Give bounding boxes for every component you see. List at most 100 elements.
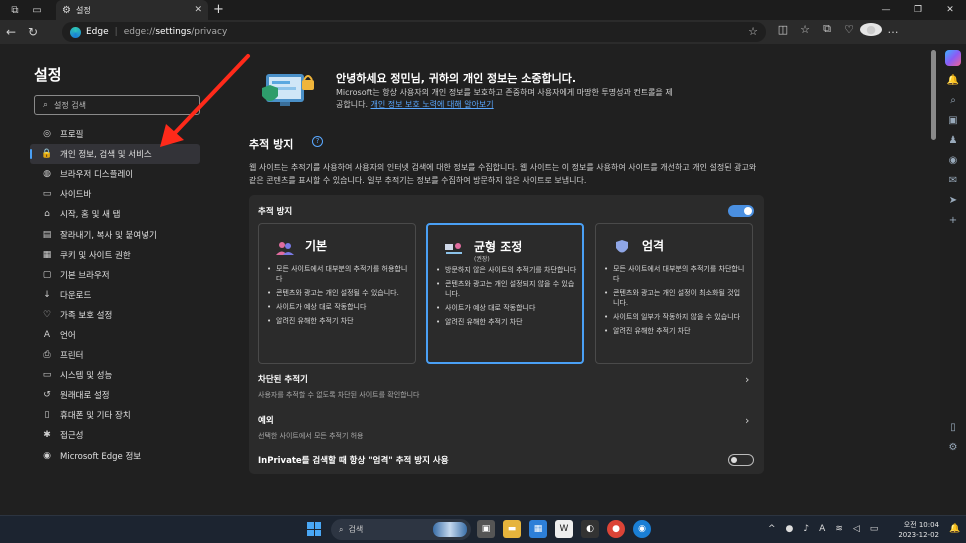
battery-icon[interactable]: ▭ <box>870 524 879 534</box>
profile-avatar[interactable]: ● <box>860 22 882 36</box>
notification-bell-icon[interactable]: 🔔 <box>949 524 960 534</box>
microphone-icon[interactable]: ♪ <box>803 524 809 534</box>
balanced-icon <box>445 243 462 254</box>
refresh-icon[interactable]: ↻ <box>22 25 44 39</box>
sidebar-item[interactable]: ⎙ 프린터 <box>30 345 200 365</box>
sidebar-item[interactable]: ▯ 휴대폰 및 기타 장치 <box>30 405 200 425</box>
sidebar-item[interactable]: ✱ 접근성 <box>30 425 200 445</box>
help-icon[interactable]: ? <box>312 136 323 147</box>
palette-icon: ◍ <box>43 169 51 180</box>
sidebar-item-label: 기본 브라우저 <box>60 270 110 281</box>
chevron-right-icon[interactable]: › <box>745 373 749 386</box>
inprivate-toggle[interactable] <box>728 454 754 466</box>
privacy-learn-more-link[interactable]: 개인 정보 보호 노력에 대해 알아보기 <box>371 100 494 109</box>
tab-settings[interactable]: ⚙ 설정 ✕ <box>56 0 208 20</box>
chrome-icon[interactable]: ● <box>607 520 625 538</box>
windows-start-icon[interactable] <box>307 522 321 536</box>
file-explorer-icon[interactable]: ▬ <box>503 520 521 538</box>
minimize-icon[interactable]: — <box>870 0 902 20</box>
restore-icon[interactable]: ❐ <box>902 0 934 20</box>
sidebar-item[interactable]: 🔒 개인 정보, 검색 및 서비스 <box>30 144 200 165</box>
scrollbar[interactable] <box>929 44 939 515</box>
close-icon[interactable]: ✕ <box>194 5 202 15</box>
back-icon[interactable]: ← <box>0 25 22 39</box>
tracking-toggle[interactable] <box>728 205 754 217</box>
toolbar-right: ◫ ☆ ⧉ ♡ ● … <box>772 22 904 36</box>
store-icon[interactable]: ▦ <box>529 520 547 538</box>
avatar-icon: ● <box>860 22 882 36</box>
settings-search-input[interactable]: ⌕ 설정 검색 <box>34 95 200 115</box>
sidebar-item[interactable]: ▦ 쿠키 및 사이트 권한 <box>30 245 200 265</box>
sidebar-item[interactable]: ↺ 원래대로 설정 <box>30 385 200 405</box>
option-balanced[interactable]: 균형 조정 (권장) 방문하지 않은 사이트의 추적기를 차단합니다 콘텐츠와 … <box>426 223 584 364</box>
collections-icon[interactable]: ⧉ <box>816 22 838 36</box>
option-strict[interactable]: 엄격 모든 사이트에서 대부분의 추적기를 차단합니다 콘텐츠와 광고는 개인 … <box>595 223 753 364</box>
favorites-icon[interactable]: ☆ <box>794 23 816 36</box>
option-bullets: 모든 사이트에서 대부분의 추적기를 허용합니다 콘텐츠와 광고는 개인 설정될… <box>267 264 409 330</box>
new-tab-button[interactable]: + <box>213 2 224 17</box>
sidebar-item[interactable]: ◉ Microsoft Edge 정보 <box>30 446 200 466</box>
bullet: 사이트가 예상 대로 작동합니다 <box>436 303 578 313</box>
task-view-icon[interactable]: ▣ <box>477 520 495 538</box>
tray-app-icon[interactable]: ● <box>786 524 794 534</box>
split-screen-icon[interactable]: ◫ <box>772 23 794 36</box>
add-sidebar-icon[interactable]: + <box>940 215 966 226</box>
sidebar-item-label: 다운로드 <box>60 290 92 301</box>
taskbar-search[interactable]: ⌕ 검색 <box>331 519 471 540</box>
sidebar-toggle-icon[interactable]: ▯ <box>940 422 966 433</box>
tools-icon[interactable]: ▣ <box>940 115 966 126</box>
favorite-star-icon[interactable]: ☆ <box>748 25 758 38</box>
close-window-icon[interactable]: ✕ <box>934 0 966 20</box>
address-bar[interactable]: Edge | edge://settings/privacy ☆ <box>62 22 766 42</box>
sidebar-item-label: 시작, 홈 및 새 탭 <box>60 210 121 221</box>
taskbar: ⌕ 검색 ▣ ▬ ▦ W ◐ ● ◉ ^ ● ♪ A ≋ ◁ ▭ 오전 10:0… <box>0 515 966 543</box>
tab-actions-icon[interactable]: ▭ <box>30 3 44 17</box>
games-icon[interactable]: ♟ <box>940 135 966 146</box>
tracking-card: 추적 방지 기본 모든 사이트에서 대부분의 추적기를 허용합니다 콘텐츠와 광… <box>249 195 764 474</box>
drop-icon[interactable]: ➤ <box>940 195 966 206</box>
workspaces-icon[interactable]: ⧉ <box>8 3 22 17</box>
bullet: 모든 사이트에서 대부분의 추적기를 차단합니다 <box>604 264 746 284</box>
wifi-icon[interactable]: ≋ <box>835 524 843 534</box>
clock[interactable]: 오전 10:04 2023-12-02 <box>893 520 939 540</box>
more-menu-icon[interactable]: … <box>882 23 904 36</box>
notification-icon[interactable]: 🔔 <box>940 75 966 86</box>
chevron-right-icon[interactable]: › <box>745 414 749 427</box>
app-icon[interactable]: ◐ <box>581 520 599 538</box>
settings-nav: ◎ 프로필 🔒 개인 정보, 검색 및 서비스 ◍ 브라우저 디스플레이 ▭ 사이드바 ⌂ 시작,… <box>30 124 220 466</box>
lock-icon: 🔒 <box>41 149 53 160</box>
option-bullets: 방문하지 않은 사이트의 추적기를 차단합니다 콘텐츠와 광고는 개인 설정되지… <box>436 265 578 331</box>
office-icon[interactable]: ◉ <box>940 155 966 166</box>
sidebar-item[interactable]: ♡ 가족 보호 설정 <box>30 305 200 325</box>
chevron-up-icon[interactable]: ^ <box>768 524 776 534</box>
outlook-icon[interactable]: ✉ <box>940 175 966 186</box>
gear-icon: ⚙ <box>62 4 71 16</box>
sidebar-item-label: 접근성 <box>60 431 84 442</box>
copilot-icon[interactable] <box>945 50 961 66</box>
scrollbar-thumb[interactable] <box>931 50 936 140</box>
search-sidebar-icon[interactable]: ⌕ <box>940 95 966 106</box>
volume-icon[interactable]: ◁ <box>853 524 860 534</box>
sidebar-item[interactable]: ◍ 브라우저 디스플레이 <box>30 164 200 184</box>
word-app-icon[interactable]: W <box>555 520 573 538</box>
sidebar-item[interactable]: ◎ 프로필 <box>30 124 200 144</box>
search-placeholder: 설정 검색 <box>54 100 87 110</box>
sidebar-settings-icon[interactable]: ⚙ <box>940 442 966 453</box>
inprivate-strict-title: InPrivate를 검색할 때 항상 "엄격" 추적 방지 사용 <box>258 456 449 466</box>
sidebar-item[interactable]: ↓ 다운로드 <box>30 285 200 305</box>
option-basic[interactable]: 기본 모든 사이트에서 대부분의 추적기를 허용합니다 콘텐츠와 광고는 개인 … <box>258 223 416 364</box>
sidebar-item[interactable]: ▤ 잘라내기, 복사 및 붙여넣기 <box>30 224 200 244</box>
input-language[interactable]: A <box>819 524 825 534</box>
exceptions-title[interactable]: 예외 <box>258 414 274 426</box>
edge-taskbar-icon[interactable]: ◉ <box>633 520 651 538</box>
sidebar-item[interactable]: ⌂ 시작, 홈 및 새 탭 <box>30 204 200 224</box>
sidebar-item[interactable]: ▭ 시스템 및 성능 <box>30 365 200 385</box>
sidebar-item[interactable]: ▭ 사이드바 <box>30 184 200 204</box>
sidebar-item[interactable]: ▢ 기본 브라우저 <box>30 265 200 285</box>
cookie-icon: ▦ <box>42 249 52 260</box>
browser-essentials-icon[interactable]: ♡ <box>838 23 860 36</box>
sidebar-item[interactable]: A 언어 <box>30 325 200 345</box>
sidebar-item-label: Microsoft Edge 정보 <box>60 451 142 462</box>
blocked-trackers-title[interactable]: 차단된 추적기 <box>258 373 308 385</box>
bullet: 사이트의 일부가 작동하지 않을 수 있습니다 <box>604 312 746 322</box>
